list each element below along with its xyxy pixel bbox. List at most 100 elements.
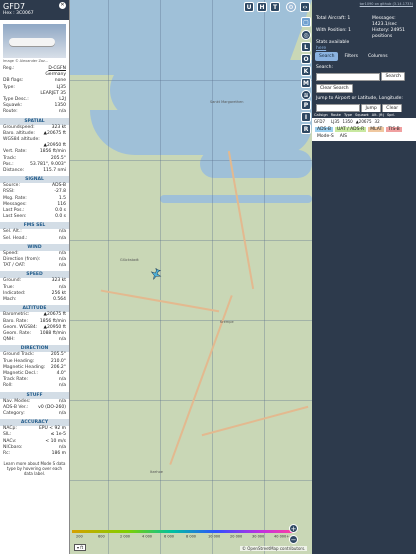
- detail-value: n/a: [58, 235, 66, 241]
- legend-item: AIS: [337, 134, 350, 139]
- collapse-panel-button[interactable]: ‹›: [300, 2, 310, 12]
- detail-header: GFD7 Hex : 3C0067 ✕: [0, 0, 69, 20]
- legend-item: TIS-B: [386, 127, 402, 132]
- center-target-icon[interactable]: ◎: [301, 30, 311, 40]
- detail-row: Category: n/a: [0, 411, 69, 417]
- units-select[interactable]: ▾ ft: [74, 544, 87, 551]
- version-link[interactable]: tar1090 on github (3.14.1733): [360, 2, 413, 6]
- place-label: Sankt Margarethen: [210, 100, 244, 104]
- detail-value: n/a: [58, 383, 66, 389]
- close-icon[interactable]: ✕: [59, 2, 66, 9]
- zoom-controls: + −: [289, 524, 298, 546]
- map-side-button[interactable]: R: [301, 124, 311, 134]
- zoom-in-button[interactable]: +: [289, 524, 298, 533]
- detail-row: TAT / OAT: n/a: [0, 263, 69, 269]
- river-water: [200, 150, 312, 178]
- column-header[interactable]: Callsign: [314, 113, 328, 117]
- info-value: n/a: [58, 109, 66, 115]
- layers-icon[interactable]: ≋: [301, 90, 311, 100]
- detail-row: Roll: n/a: [0, 383, 69, 389]
- jump-input[interactable]: [316, 104, 360, 112]
- search-label: Search:: [316, 65, 333, 70]
- right-panel: tar1090 on github (3.14.1733) Total Airc…: [312, 0, 416, 554]
- detail-value: 186 m: [51, 450, 66, 456]
- map-toggle-button[interactable]: H: [257, 2, 267, 12]
- place-label: Glückstadt: [120, 258, 139, 262]
- detail-key: TAT / OAT:: [3, 263, 26, 269]
- scale-label: 4 000: [142, 535, 152, 539]
- detail-key: Last Seen:: [3, 214, 27, 220]
- detail-key: Sel. Head.:: [3, 235, 28, 241]
- detail-key: Rc:: [3, 450, 11, 456]
- map-side-button[interactable]: O: [301, 54, 311, 64]
- scale-label: 40 000+: [274, 535, 289, 539]
- column-header[interactable]: Spd.: [387, 113, 395, 117]
- search-input[interactable]: [316, 72, 380, 81]
- scale-label: 200: [76, 535, 83, 539]
- detail-value: 115.7 nmi: [43, 168, 66, 174]
- map-side-button[interactable]: L: [301, 42, 311, 52]
- aircraft-detail-panel: GFD7 Hex : 3C0067 ✕ Image © Alexander Za…: [0, 0, 70, 554]
- tab-columns[interactable]: Columns: [364, 52, 392, 61]
- map-toggle-button[interactable]: T: [270, 2, 280, 12]
- table-row[interactable]: GFD7 LJ35 1350 ▲20675 32: [312, 118, 416, 125]
- table-cell: LJ35: [331, 119, 340, 124]
- detail-row: Mach: 0.564: [0, 297, 69, 303]
- hex-code: Hex : 3C0067: [3, 11, 34, 16]
- history-count: History: 24951 positions: [372, 28, 405, 39]
- tab-filters[interactable]: Filters: [340, 52, 362, 61]
- square-toggle-button[interactable]: ▢: [301, 17, 311, 27]
- detail-key: Category:: [3, 410, 25, 416]
- river-water: [90, 110, 312, 155]
- map-toggle-button[interactable]: U: [244, 2, 254, 12]
- stats-available: Stats available: [316, 40, 350, 45]
- map-side-button[interactable]: K: [301, 66, 311, 76]
- detail-value: 0.564: [53, 297, 66, 303]
- detail-key: QNH:: [3, 337, 15, 343]
- map-side-button[interactable]: M: [301, 78, 311, 88]
- detail-key: Mach:: [3, 297, 17, 303]
- column-header[interactable]: Squawk: [355, 113, 369, 117]
- search-button[interactable]: Search: [381, 72, 405, 81]
- column-header[interactable]: Type: [344, 113, 352, 117]
- detail-row: Distance: 115.7 nmi: [0, 168, 69, 174]
- scale-label: 8 000: [186, 535, 196, 539]
- stats-link[interactable]: here: [316, 46, 326, 51]
- column-header[interactable]: Route: [331, 113, 341, 117]
- detail-value: n/a: [58, 263, 66, 269]
- scale-label: 2 000: [120, 535, 130, 539]
- zoom-out-button[interactable]: −: [289, 535, 298, 544]
- section-header: STUFF: [0, 391, 69, 399]
- section-header: WIND: [0, 243, 69, 251]
- column-header[interactable]: Alt. (ft): [372, 113, 384, 117]
- aircraft-table: Callsign Route Type Squawk Alt. (ft) Spd. GFD…: [312, 112, 416, 141]
- table-cell: 32: [374, 119, 380, 124]
- detail-row: Last Seen: 0.0 s: [0, 214, 69, 220]
- altitude-color-scale: 200 600 2 000 4 000 6 000 8 000 10 000 20 000 30…: [72, 530, 294, 539]
- info-key: Reg.:: [3, 66, 15, 71]
- detail-key: WGS84 altitude:: [3, 137, 40, 143]
- place-label: Krempe: [220, 320, 234, 324]
- detail-value: n/a: [58, 410, 66, 416]
- map-side-button[interactable]: P: [301, 100, 311, 110]
- table-cell: GFD7: [314, 119, 326, 124]
- detail-key: Distance:: [3, 168, 25, 174]
- aircraft-photo[interactable]: [3, 24, 66, 58]
- messages-rate: Messages: 1423.1/sec: [372, 16, 397, 27]
- detail-value: 0.0 s: [55, 214, 66, 220]
- footer-note: Learn more about Mode S data type by hov…: [3, 461, 66, 477]
- clear-search-button[interactable]: Clear Search: [316, 84, 353, 93]
- section-header: SPATIAL: [0, 117, 69, 125]
- detail-row: Sel. Head.: n/a: [0, 236, 69, 242]
- aircraft-marker-icon[interactable]: [150, 267, 162, 282]
- detail-row: QNH: n/a: [0, 337, 69, 343]
- info-key: Type:: [3, 84, 15, 90]
- map-side-button[interactable]: I: [301, 112, 311, 122]
- settings-gear-icon[interactable]: ⚙: [286, 2, 296, 12]
- table-cell: 1350: [342, 119, 353, 124]
- detail-value: n/a: [58, 337, 66, 343]
- total-aircraft: Total Aircraft: 1: [316, 16, 351, 21]
- tab-search[interactable]: Search: [315, 52, 339, 61]
- scale-label: 6 000: [164, 535, 174, 539]
- legend-item: UAT / ADS-R: [334, 127, 367, 132]
